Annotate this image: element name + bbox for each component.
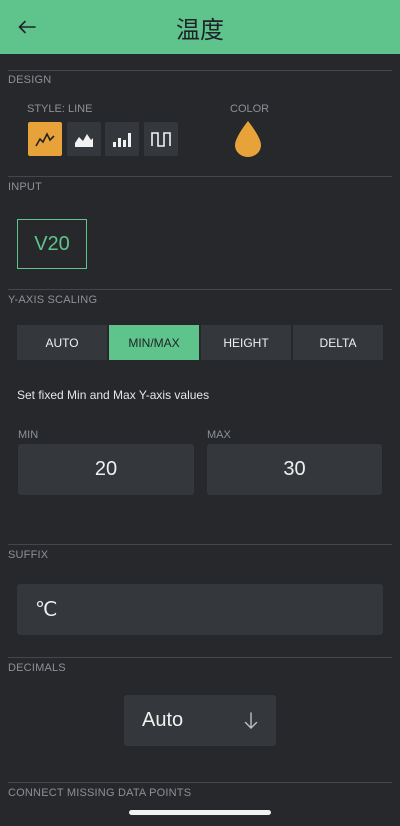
section-label-design: DESIGN	[8, 74, 52, 86]
header-bar: 温度	[0, 0, 400, 54]
scaling-height-button[interactable]: HEIGHT	[201, 325, 291, 360]
divider	[8, 176, 392, 177]
divider	[8, 657, 392, 658]
drop-icon	[235, 121, 261, 157]
page-title: 温度	[176, 15, 224, 44]
divider	[8, 782, 392, 783]
section-label-y-axis: Y-AXIS SCALING	[8, 294, 98, 306]
area-chart-icon	[75, 134, 93, 147]
max-label: MAX	[207, 429, 231, 441]
color-label: COLOR	[230, 103, 270, 115]
section-label-decimals: DECIMALS	[8, 662, 66, 674]
divider	[8, 544, 392, 545]
back-button[interactable]	[14, 14, 40, 40]
section-label-suffix: SUFFIX	[8, 549, 49, 561]
color-picker-button[interactable]	[233, 120, 263, 158]
divider	[8, 289, 392, 290]
scaling-delta-button[interactable]: DELTA	[293, 325, 383, 360]
decimals-value: Auto	[142, 709, 184, 731]
min-label: MIN	[18, 429, 39, 441]
style-line-button[interactable]	[28, 122, 62, 156]
min-input[interactable]: 20	[18, 444, 194, 495]
style-area-button[interactable]	[67, 122, 101, 156]
style-bar-button[interactable]	[105, 122, 139, 156]
section-label-connect: CONNECT MISSING DATA POINTS	[8, 787, 192, 799]
pin-selector[interactable]: V20	[17, 219, 87, 269]
line-chart-icon	[35, 132, 55, 147]
scaling-auto-button[interactable]: AUTO	[17, 325, 107, 360]
max-input[interactable]: 30	[207, 444, 382, 495]
divider	[8, 70, 392, 71]
step-chart-icon	[151, 132, 171, 147]
arrow-left-icon	[18, 20, 36, 34]
suffix-input[interactable]: ℃	[17, 584, 383, 635]
bar-chart-icon	[113, 133, 131, 147]
section-label-input: INPUT	[8, 181, 42, 193]
style-label: STYLE: LINE	[27, 103, 93, 115]
scaling-hint: Set fixed Min and Max Y-axis values	[17, 388, 210, 402]
home-indicator[interactable]	[129, 810, 271, 815]
style-step-button[interactable]	[144, 122, 178, 156]
arrow-down-icon	[244, 711, 258, 729]
decimals-dropdown[interactable]: Auto	[124, 695, 276, 746]
scaling-minmax-button[interactable]: MIN/MAX	[109, 325, 199, 360]
